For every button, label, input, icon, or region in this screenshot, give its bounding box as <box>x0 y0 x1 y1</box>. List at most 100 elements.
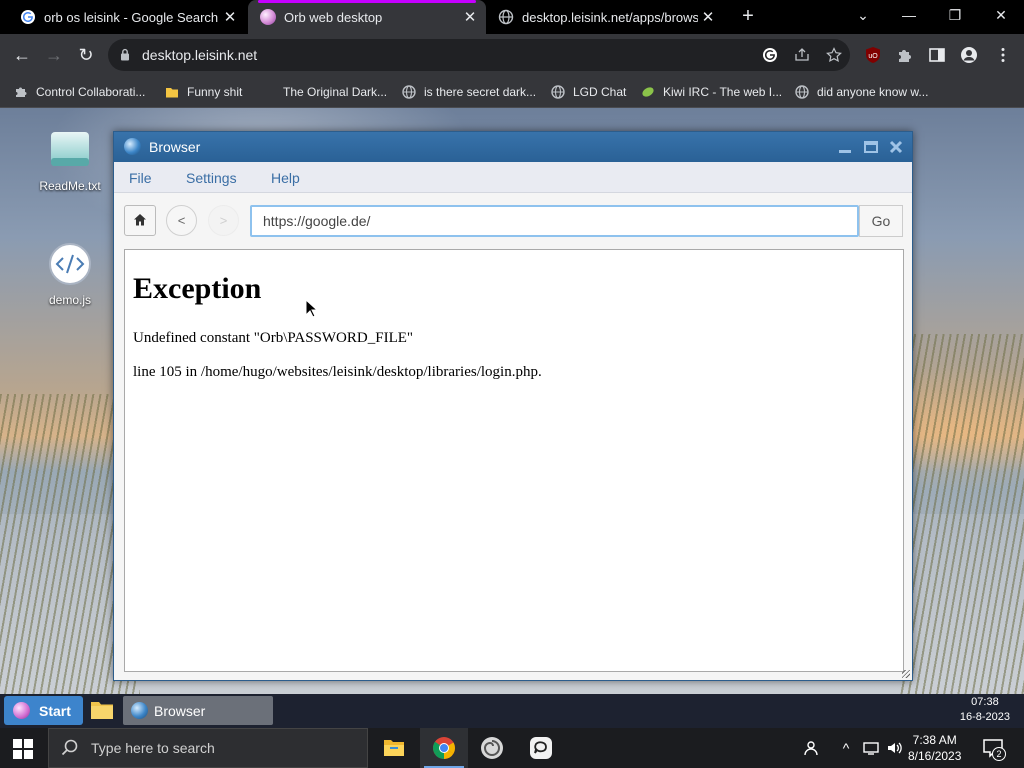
globe-icon <box>402 85 416 99</box>
bookmark-did-anyone-know[interactable]: did anyone know w... <box>795 83 928 101</box>
bookmark-lgd-chat[interactable]: LGD Chat <box>551 83 626 101</box>
forward-button[interactable]: > <box>208 205 239 236</box>
omnibox[interactable]: desktop.leisink.net <box>108 39 850 71</box>
windows-time: 7:38 AM <box>912 733 957 747</box>
mouse-cursor-icon <box>305 299 317 318</box>
tab-title: orb os leisink - Google Search <box>44 9 219 25</box>
task-label: Browser <box>154 702 206 719</box>
page-heading: Exception <box>133 272 262 305</box>
bookmark-label: The Original Dark... <box>283 85 388 99</box>
orb-taskbar: Start Browser 07:38 16-8-2023 <box>0 694 1024 728</box>
volume-icon[interactable] <box>884 728 906 768</box>
menu-file[interactable]: File <box>129 170 152 186</box>
tab-search-chevron-icon[interactable]: ⌄ <box>840 0 886 30</box>
taskbar-chrome[interactable] <box>420 728 468 768</box>
desktop-icon-label: demo.js <box>48 293 92 307</box>
code-icon <box>49 243 91 285</box>
window-title: Browser <box>149 139 201 155</box>
tab-orb-web-desktop[interactable]: Orb web desktop ✕ <box>248 0 486 34</box>
orb-date: 16-8-2023 <box>959 711 1010 723</box>
browser-viewport: Exception Undefined constant "Orb\PASSWO… <box>124 249 904 672</box>
go-button[interactable]: Go <box>859 205 903 237</box>
bookmark-control-collaboration[interactable]: Control Collaborati... <box>14 83 145 101</box>
chrome-menu-icon[interactable] <box>994 46 1012 64</box>
bookmark-label: is there secret dark... <box>424 85 537 99</box>
home-icon <box>134 214 146 226</box>
close-icon[interactable] <box>887 138 905 156</box>
resize-grip[interactable] <box>902 670 910 678</box>
browser-app-window: Browser File Settings Help < > Go Except… <box>113 131 913 681</box>
window-titlebar[interactable]: Browser <box>114 132 912 162</box>
profile-avatar-icon[interactable] <box>960 46 978 64</box>
close-icon[interactable]: ✕ <box>460 8 480 26</box>
windows-clock[interactable]: 7:38 AM 8/16/2023 <box>908 732 961 764</box>
bookmark-label: Kiwi IRC - The web I... <box>663 85 783 99</box>
share-icon[interactable] <box>794 47 810 63</box>
file-explorer-icon <box>384 740 404 756</box>
text-file-icon <box>51 132 89 166</box>
app-menubar: File Settings Help <box>114 162 912 193</box>
network-icon[interactable] <box>860 728 882 768</box>
back-button[interactable]: ← <box>10 43 34 67</box>
people-icon[interactable] <box>800 728 822 768</box>
tab-title: Orb web desktop <box>284 9 383 25</box>
bookmark-star-icon[interactable] <box>826 47 842 63</box>
tab-desktop-browser[interactable]: desktop.leisink.net/apps/browser ✕ <box>488 0 724 34</box>
google-lens-icon[interactable] <box>762 47 778 63</box>
taskbar-browser-task[interactable]: Browser <box>123 696 273 725</box>
tab-google-search[interactable]: orb os leisink - Google Search ✕ <box>0 0 246 34</box>
search-icon <box>61 739 78 756</box>
folder-icon[interactable] <box>90 699 114 721</box>
url-input[interactable] <box>250 205 859 237</box>
maximize-icon[interactable] <box>862 138 880 156</box>
desktop-icon-label: ReadMe.txt <box>39 179 101 193</box>
bookmark-label: LGD Chat <box>573 85 627 99</box>
windows-search-box[interactable]: Type here to search <box>48 728 368 768</box>
close-icon[interactable]: ✕ <box>220 8 240 26</box>
taskbar-app-chat[interactable] <box>517 728 565 768</box>
close-icon[interactable]: ✕ <box>698 8 718 26</box>
close-window-button[interactable]: ✕ <box>978 0 1024 30</box>
menu-help[interactable]: Help <box>271 170 300 186</box>
reload-button[interactable]: ↻ <box>74 43 98 67</box>
bookmark-label: did anyone know w... <box>817 85 929 99</box>
minimize-button[interactable]: — <box>886 0 932 30</box>
exception-location: line 105 in /home/hugo/websites/leisink/… <box>133 364 542 380</box>
taskbar-file-explorer[interactable] <box>370 728 418 768</box>
bookmark-original-dark[interactable]: The Original Dark... <box>283 83 387 101</box>
omnibox-url: desktop.leisink.net <box>142 47 258 63</box>
orb-icon <box>260 9 276 25</box>
notification-count-badge: 2 <box>992 747 1006 761</box>
tray-chevron-up-icon[interactable]: ^ <box>836 728 856 768</box>
bookmark-kiwi-irc[interactable]: Kiwi IRC - The web I... <box>641 83 782 101</box>
bookmark-secret-dark[interactable]: is there secret dark... <box>402 83 536 101</box>
home-button[interactable] <box>124 205 156 236</box>
windows-logo-icon[interactable] <box>13 739 33 759</box>
extensions-puzzle-icon[interactable] <box>896 46 914 64</box>
restore-button[interactable]: ❐ <box>932 0 978 30</box>
orb-clock: 07:38 16-8-2023 <box>960 695 1010 725</box>
desktop-icon-demo-js[interactable]: demo.js <box>30 242 110 307</box>
side-panel-icon[interactable] <box>928 46 946 64</box>
orb-time: 07:38 <box>971 696 999 708</box>
forward-button[interactable]: → <box>42 43 66 67</box>
puzzle-icon <box>16 87 27 97</box>
bookmark-funny[interactable]: Funny shit <box>165 83 242 101</box>
start-label: Start <box>39 702 71 719</box>
new-tab-button[interactable]: + <box>738 6 758 26</box>
back-button[interactable]: < <box>166 205 197 236</box>
google-icon <box>21 10 35 24</box>
bookmarks-bar: Control Collaborati... Funny shit The Or… <box>0 76 1024 108</box>
minimize-icon[interactable] <box>836 138 854 156</box>
taskbar-app-spiral[interactable] <box>468 728 516 768</box>
bookmark-label: Control Collaborati... <box>36 85 146 99</box>
browser-nav-row: < > Go <box>114 193 912 249</box>
desktop-icon-readme[interactable]: ReadMe.txt <box>30 128 110 193</box>
menu-settings[interactable]: Settings <box>186 170 237 186</box>
orb-start-button[interactable]: Start <box>4 696 83 725</box>
search-placeholder: Type here to search <box>91 740 215 756</box>
chat-app-icon <box>530 737 552 759</box>
ublock-origin-icon[interactable]: uO <box>864 46 882 64</box>
orb-logo-icon <box>13 702 30 719</box>
browser-globe-icon <box>124 138 141 155</box>
